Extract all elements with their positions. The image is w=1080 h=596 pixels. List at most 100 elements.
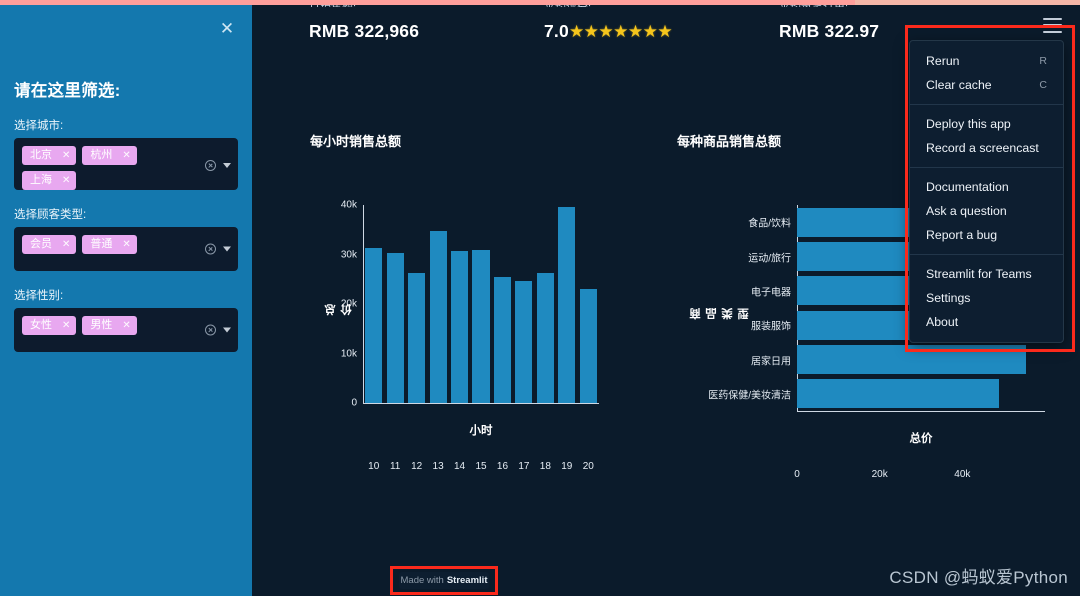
clear-icon[interactable] <box>205 324 216 336</box>
menu-item-report-a-bug[interactable]: Report a bug <box>910 223 1063 247</box>
tag-gender-1[interactable]: 男性 ✕ <box>82 316 137 335</box>
x-tick-label: 13 <box>432 461 444 472</box>
chevron-down-icon[interactable] <box>223 163 231 168</box>
city-multiselect[interactable]: 北京 ✕ 杭州 ✕ 上海 ✕ <box>14 138 238 190</box>
menu-item-label: About <box>926 315 959 329</box>
metric-value: RMB 322.97 <box>779 21 880 41</box>
menu-item-deploy-this-app[interactable]: Deploy this app <box>910 112 1063 136</box>
y-tick-label: 电子电器 <box>751 287 791 299</box>
metric-value: RMB 322,966 <box>309 21 420 41</box>
bar <box>797 379 999 409</box>
gender-field-label: 选择性别: <box>14 290 64 302</box>
x-tick-label: 20k <box>871 469 888 480</box>
tag-label: 上海 <box>30 174 52 186</box>
x-tick-label: 18 <box>539 461 551 472</box>
y-axis-title: 商品类型 <box>690 308 750 320</box>
menu-item-label: Deploy this app <box>926 117 1011 131</box>
x-axis-line <box>363 403 599 404</box>
menu-item-documentation[interactable]: Documentation <box>910 175 1063 199</box>
menu-item-label: Documentation <box>926 180 1009 194</box>
metric-average-order: 平均每笔订单: RMB 322.97 <box>779 2 880 42</box>
menu-item-label: Record a screencast <box>926 141 1039 155</box>
bar <box>408 273 426 403</box>
tag-label: 女性 <box>30 319 52 331</box>
menu-item-streamlit-for-teams[interactable]: Streamlit for Teams <box>910 262 1063 286</box>
customer-type-multiselect[interactable]: 会员 ✕ 普通 ✕ <box>14 227 238 271</box>
tag-gender-0[interactable]: 女性 ✕ <box>22 316 77 335</box>
tag-remove-icon[interactable]: ✕ <box>62 318 70 333</box>
bar <box>558 206 576 403</box>
chart-hourly-sales: 每小时销售总额 10 11 12 13 14 15 16 17 18 19 20 0 10k 20k 30k… <box>310 131 610 472</box>
x-tick-label: 12 <box>411 461 423 472</box>
y-tick-label: 0 <box>351 397 357 409</box>
badge-prefix: Made with <box>400 575 444 586</box>
y-tick-label: 30k <box>340 249 357 260</box>
made-with-streamlit-badge[interactable]: Made with Streamlit <box>399 572 489 589</box>
bar <box>579 288 597 403</box>
y-axis-title: 总价 <box>325 304 353 316</box>
close-icon[interactable]: ✕ <box>218 20 236 38</box>
hamburger-bar <box>1043 24 1062 27</box>
tag-remove-icon[interactable]: ✕ <box>62 148 70 163</box>
y-tick-label: 服装服饰 <box>751 321 791 333</box>
hamburger-bar <box>1043 30 1062 33</box>
filter-sidebar: ✕ 请在这里筛选: 选择城市: 北京 ✕ 杭州 ✕ 上海 ✕ 选择顾客类型: 会… <box>0 4 252 596</box>
tag-remove-icon[interactable]: ✕ <box>122 318 130 333</box>
tag-remove-icon[interactable]: ✕ <box>62 237 70 252</box>
tag-remove-icon[interactable]: ✕ <box>122 148 130 163</box>
menu-item-rerun[interactable]: Rerun R <box>910 49 1063 73</box>
y-tick-label: 居家日用 <box>751 356 791 367</box>
city-field-label: 选择城市: <box>14 120 64 132</box>
x-axis-line <box>797 411 1045 412</box>
tag-customer-1[interactable]: 普通 ✕ <box>82 235 137 254</box>
x-tick-label: 11 <box>389 461 401 472</box>
hamburger-bar <box>1043 18 1062 21</box>
clear-icon[interactable] <box>205 160 216 171</box>
tag-city-1[interactable]: 杭州 ✕ <box>82 146 137 165</box>
bar <box>536 273 554 403</box>
x-tick-label: 16 <box>496 461 509 472</box>
x-tick-label: 20 <box>582 461 594 472</box>
customer-type-multiselect-controls <box>205 243 231 255</box>
tag-label: 普通 <box>90 238 113 250</box>
menu-item-label: Streamlit for Teams <box>926 267 1032 281</box>
menu-item-ask-a-question[interactable]: Ask a question <box>910 199 1063 223</box>
menu-item-label: Clear cache <box>926 78 992 92</box>
menu-item-settings[interactable]: Settings <box>910 286 1063 310</box>
tag-remove-icon[interactable]: ✕ <box>122 237 130 252</box>
tag-customer-0[interactable]: 会员 ✕ <box>22 235 77 254</box>
clear-icon[interactable] <box>205 243 216 255</box>
tag-city-2[interactable]: 上海 ✕ <box>22 171 77 190</box>
menu-separator <box>910 167 1063 168</box>
x-axis-title: 总价 <box>909 433 933 445</box>
y-tick-label: 10k <box>340 348 357 359</box>
chart-title: 每小时销售总额 <box>310 134 402 149</box>
tag-label: 北京 <box>30 149 52 161</box>
app-menu[interactable]: Rerun R Clear cache C Deploy this app Record … <box>909 40 1064 343</box>
tag-city-0[interactable]: 北京 ✕ <box>22 146 77 165</box>
tag-label: 杭州 <box>90 149 113 161</box>
menu-item-about[interactable]: About <box>910 310 1063 334</box>
menu-item-label: Rerun <box>926 54 960 68</box>
tag-remove-icon[interactable]: ✕ <box>62 173 70 188</box>
menu-item-clear-cache[interactable]: Clear cache C <box>910 73 1063 97</box>
chevron-down-icon[interactable] <box>223 246 231 252</box>
bar <box>493 277 512 403</box>
menu-item-shortcut: C <box>1039 79 1047 91</box>
y-tick-label: 食品/饮料 <box>748 218 791 230</box>
chevron-down-icon[interactable] <box>223 327 231 333</box>
tag-label: 会员 <box>30 238 52 250</box>
menu-item-shortcut: R <box>1039 55 1047 67</box>
app-root: ✕ 请在这里筛选: 选择城市: 北京 ✕ 杭州 ✕ 上海 ✕ 选择顾客类型: 会… <box>0 0 1080 596</box>
gender-multiselect[interactable]: 女性 ✕ 男性 ✕ <box>14 308 238 352</box>
star-icons: ★★★★★★★ <box>568 22 673 41</box>
menu-separator <box>910 254 1063 255</box>
badge-brand: Streamlit <box>446 575 488 586</box>
gender-multiselect-controls <box>205 324 231 336</box>
top-accent-strip-right <box>855 0 1080 5</box>
x-tick-label: 40k <box>954 469 971 480</box>
metric-value: 7.0★★★★★★★ <box>544 21 673 42</box>
hamburger-menu-icon[interactable] <box>1043 18 1062 33</box>
bar <box>365 248 383 403</box>
menu-item-record-a-screencast[interactable]: Record a screencast <box>910 136 1063 160</box>
